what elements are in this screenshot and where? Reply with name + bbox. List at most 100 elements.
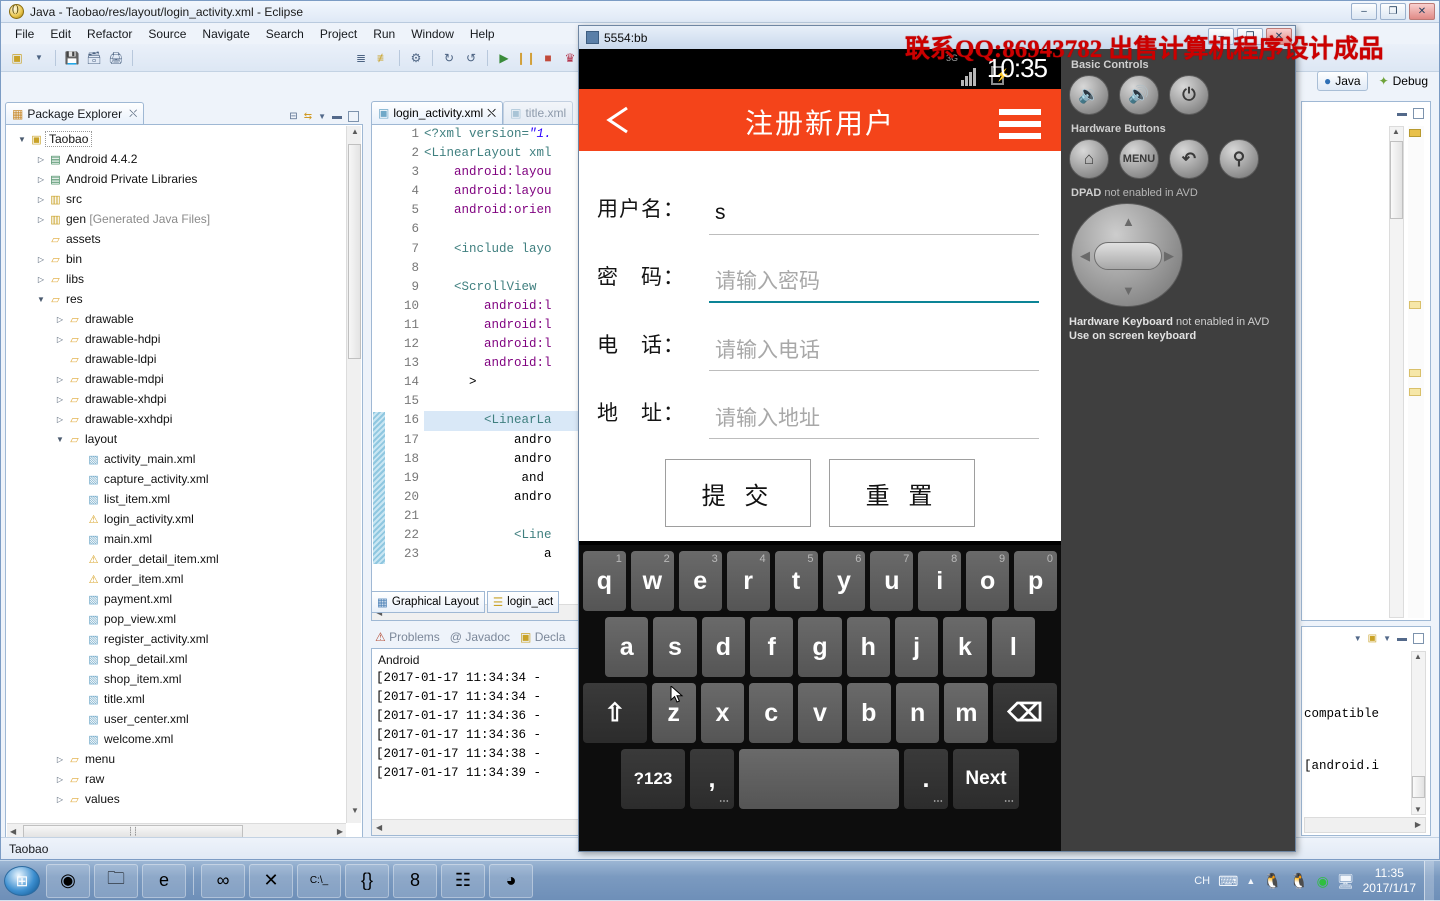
run-history-icon[interactable]: ↻ bbox=[439, 48, 459, 68]
json-taskbar-icon[interactable]: {} bbox=[345, 863, 389, 898]
back-button[interactable]: ↶ bbox=[1169, 139, 1209, 179]
ime-indicator[interactable]: CH bbox=[1194, 875, 1210, 887]
key-c-key[interactable]: c bbox=[749, 683, 794, 743]
eclipse-close-button[interactable]: ✕ bbox=[1409, 3, 1435, 20]
scroll-right-arrow-icon[interactable]: ▶ bbox=[337, 827, 343, 836]
tree-item[interactable]: ▷ ▤ Android Private Libraries bbox=[6, 169, 362, 189]
collapse-arrow-icon[interactable]: ▷ bbox=[54, 395, 66, 404]
explorer-taskbar-icon[interactable]: 🗀 bbox=[94, 863, 138, 898]
emulator-window-taskbar-icon[interactable]: ◕ bbox=[489, 863, 533, 898]
menu-item-edit[interactable]: Edit bbox=[42, 25, 79, 43]
key-j-key[interactable]: j bbox=[894, 617, 939, 677]
maximize-view-icon[interactable] bbox=[348, 111, 359, 122]
new-icon[interactable]: ▣ bbox=[7, 48, 27, 68]
overview-ruler[interactable] bbox=[1408, 126, 1424, 618]
tree-item[interactable]: ▧ shop_detail.xml bbox=[6, 649, 362, 669]
collapse-arrow-icon[interactable]: ▷ bbox=[35, 275, 47, 284]
tree-item[interactable]: ▷ ▱ bin bbox=[6, 249, 362, 269]
editor-bottom-tabs[interactable]: ▦ Graphical Layout ☰ login_act bbox=[371, 589, 586, 613]
tree-item[interactable]: ▧ user_center.xml bbox=[6, 709, 362, 729]
debug-icon[interactable]: ⚙ bbox=[406, 48, 426, 68]
keyboard-row-3[interactable]: ⇧ z x c v b n m ⌫ bbox=[583, 683, 1057, 743]
key-i-key[interactable]: i8 bbox=[918, 551, 962, 611]
collapse-arrow-icon[interactable]: ▷ bbox=[54, 775, 66, 784]
key-f-key[interactable]: f bbox=[750, 617, 794, 677]
next-annotation-icon[interactable]: ≣ bbox=[351, 48, 371, 68]
key-g-key[interactable]: g bbox=[798, 617, 842, 677]
scroll-right-arrow-icon[interactable]: ▶ bbox=[1415, 820, 1421, 829]
keyboard-tray-icon[interactable]: ⌨ bbox=[1218, 873, 1238, 890]
expand-arrow-icon[interactable]: ▼ bbox=[35, 295, 47, 304]
tree-item[interactable]: ▧ shop_item.xml bbox=[6, 669, 362, 689]
perspective-java[interactable]: ● Java bbox=[1316, 71, 1368, 91]
key-t-key[interactable]: t5 bbox=[774, 551, 818, 611]
media-taskbar-icon[interactable]: ✕ bbox=[249, 863, 293, 898]
scrollbar-thumb[interactable] bbox=[348, 144, 361, 359]
package-explorer-vertical-scrollbar[interactable]: ▲ ▼ bbox=[346, 126, 361, 823]
scroll-down-arrow-icon[interactable]: ▼ bbox=[349, 806, 361, 822]
ie-taskbar-icon[interactable]: e bbox=[142, 863, 186, 898]
volume-up-button[interactable]: 🔊 bbox=[1119, 75, 1159, 115]
key-o-key[interactable]: o9 bbox=[966, 551, 1010, 611]
outline-vertical-scrollbar[interactable]: ▲ bbox=[1389, 126, 1404, 618]
key-m-key[interactable]: m bbox=[944, 683, 989, 743]
eclipse-window-controls[interactable]: – ❐ ✕ bbox=[1351, 3, 1435, 20]
comma-key[interactable]: , ⋯ bbox=[690, 749, 734, 809]
power-button[interactable]: ⏻ bbox=[1169, 75, 1209, 115]
volume-down-button[interactable]: 🔉 bbox=[1069, 75, 1109, 115]
scroll-left-arrow-icon[interactable]: ◀ bbox=[10, 827, 16, 836]
dpad-control[interactable]: ▲ ◀ ▶ ▼ bbox=[1071, 203, 1183, 307]
scroll-up-arrow-icon[interactable]: ▲ bbox=[1392, 127, 1400, 136]
tree-item[interactable]: ▼ ▱ res bbox=[6, 289, 362, 309]
tree-item[interactable]: ▷ ▤ Android 4.4.2 bbox=[6, 149, 362, 169]
home-button[interactable]: ⌂ bbox=[1069, 139, 1109, 179]
tree-item[interactable]: ▷ ▥ gen [Generated Java Files] bbox=[6, 209, 362, 229]
tab-title-xml[interactable]: ▣ title.xml bbox=[503, 101, 574, 124]
submit-button[interactable]: 提 交 bbox=[665, 459, 811, 527]
expand-arrow-icon[interactable]: ▼ bbox=[54, 435, 66, 444]
backspace-key[interactable]: ⌫ bbox=[993, 683, 1057, 743]
tree-item[interactable]: ▧ activity_main.xml bbox=[6, 449, 362, 469]
collapse-arrow-icon[interactable]: ▷ bbox=[54, 415, 66, 424]
key-p-key[interactable]: p0 bbox=[1014, 551, 1058, 611]
menu-item-search[interactable]: Search bbox=[258, 25, 312, 43]
system-tray[interactable]: CH ⌨ ▲ 🐧 🐧 ◉ 🖥 11:35 2017/1/17 bbox=[1194, 861, 1440, 901]
menu-item-run[interactable]: Run bbox=[365, 25, 403, 43]
save-all-icon[interactable]: 🗃 bbox=[84, 48, 104, 68]
collapse-arrow-icon[interactable]: ▷ bbox=[35, 155, 47, 164]
tree-item[interactable]: ▼ ▣ Taobao bbox=[6, 129, 362, 149]
collapse-all-icon[interactable]: ⊟ bbox=[289, 111, 297, 122]
period-key[interactable]: . ⋯ bbox=[904, 749, 948, 809]
tree-item[interactable]: ▷ ▱ drawable-xxhdpi bbox=[6, 409, 362, 429]
phone-input[interactable]: 请输入电话 bbox=[709, 334, 1039, 371]
tab-problems[interactable]: ⚠ Problems bbox=[375, 630, 440, 644]
windows-taskbar[interactable]: ⊞ ◉ 🗀 e ∞ ✕ C:\_{} 8 ☷ ◕ CH ⌨ ▲ 🐧 🐧 ◉ 🖥 11:35 20… bbox=[0, 860, 1440, 901]
menu-button[interactable]: MENU bbox=[1119, 139, 1159, 179]
android-screen[interactable]: 3G ⚡ 10:35 注册新用户 用户名： s 密 码： 请输入密码 电 话： … bbox=[579, 49, 1061, 851]
outline-view-toolbar[interactable]: ▬ bbox=[1302, 102, 1430, 124]
minimize-view-icon[interactable]: ▬ bbox=[1397, 108, 1407, 119]
tree-item[interactable]: ▧ main.xml bbox=[6, 529, 362, 549]
key-n-key[interactable]: n bbox=[895, 683, 940, 743]
right-console-horizontal-scrollbar[interactable]: ▶ bbox=[1304, 817, 1426, 833]
collapse-arrow-icon[interactable]: ▷ bbox=[54, 795, 66, 804]
pause-icon[interactable]: ❙❙ bbox=[516, 48, 536, 68]
dpad-up-icon[interactable]: ▲ bbox=[1122, 214, 1135, 229]
tree-item[interactable]: ▼ ▱ layout bbox=[6, 429, 362, 449]
show-desktop-button[interactable] bbox=[1424, 861, 1434, 901]
key-d-key[interactable]: d bbox=[701, 617, 745, 677]
tree-item[interactable]: ⚠ order_detail_item.xml bbox=[6, 549, 362, 569]
right-console-vertical-scrollbar[interactable]: ▲ ▼ bbox=[1411, 651, 1426, 815]
key-u-key[interactable]: u7 bbox=[870, 551, 914, 611]
key-e-key[interactable]: e3 bbox=[678, 551, 722, 611]
keyboard-row-1[interactable]: q1w2e3r4t5y6u7i8o9p0 bbox=[582, 551, 1058, 611]
tree-item[interactable]: ⚠ order_item.xml bbox=[6, 569, 362, 589]
scrollbar-thumb[interactable] bbox=[1390, 141, 1403, 219]
reset-button[interactable]: 重 置 bbox=[829, 459, 975, 527]
collapse-arrow-icon[interactable]: ▷ bbox=[54, 755, 66, 764]
key-q-key[interactable]: q1 bbox=[582, 551, 626, 611]
password-input[interactable]: 请输入密码 bbox=[709, 265, 1039, 303]
menu-item-navigate[interactable]: Navigate bbox=[194, 25, 257, 43]
tree-item[interactable]: ▧ title.xml bbox=[6, 689, 362, 709]
eclipse-maximize-button[interactable]: ❐ bbox=[1380, 3, 1406, 20]
